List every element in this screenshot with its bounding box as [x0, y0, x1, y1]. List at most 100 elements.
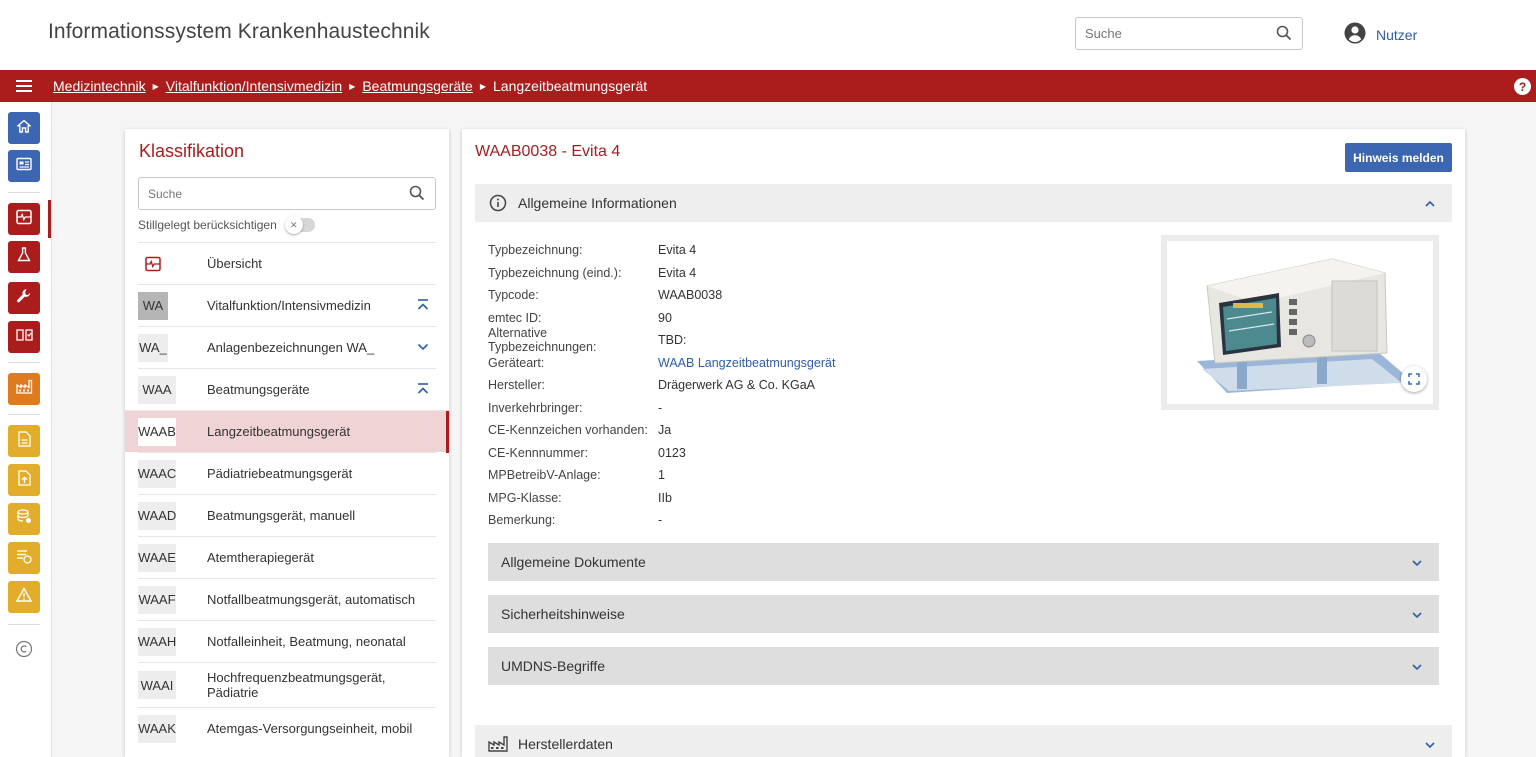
list-item[interactable]: WAAI Hochfrequenzbeatmungsgerät, Pädiatr… — [138, 662, 436, 707]
top-search-input[interactable] — [1076, 18, 1266, 49]
property-key: Inverkehrbringer: — [488, 400, 583, 415]
hamburger-menu-icon[interactable] — [16, 79, 32, 96]
nav-home-button[interactable] — [8, 112, 40, 144]
chevron-down-icon[interactable] — [1424, 738, 1436, 756]
property-key: Bemerkung: — [488, 513, 556, 528]
nav-divider — [8, 624, 40, 625]
classification-search-box[interactable] — [138, 177, 436, 210]
user-label[interactable]: Nutzer — [1376, 27, 1417, 43]
property-row: Alternative Typbezeichnungen: TBD: — [488, 326, 835, 354]
property-row: Inverkehrbringer: - — [488, 397, 835, 420]
decommissioned-toggle[interactable]: ✕ — [284, 216, 315, 234]
list-item-code: WAAH — [138, 627, 176, 656]
nav-active-indicator — [48, 200, 51, 238]
property-row: Typbezeichnung (eind.): Evita 4 — [488, 262, 835, 285]
copyright-icon[interactable] — [15, 640, 33, 663]
nav-handbuch-button[interactable] — [8, 321, 40, 353]
list-item[interactable]: WAAE Atemtherapiegerät — [138, 536, 436, 578]
top-header: Informationssystem Krankenhaustechnik Nu… — [0, 0, 1536, 70]
id-card-icon — [16, 157, 32, 176]
list-item-code: WAAC — [138, 459, 176, 488]
list-item-label: Notfallbeatmungsgerät, automatisch — [207, 592, 416, 607]
list-item[interactable]: WAAF Notfallbeatmungsgerät, automatisch — [138, 578, 436, 620]
detail-panel: WAAB0038 - Evita 4 Hinweis melden Allgem… — [462, 129, 1465, 757]
breadcrumb-link-beatmungsgeraete[interactable]: Beatmungsgeräte — [362, 78, 473, 94]
nav-upload-button[interactable] — [8, 464, 40, 496]
property-value: Drägerwerk AG & Co. KGaA — [658, 378, 816, 393]
decommissioned-toggle-label: Stillgelegt berücksichtigen — [138, 218, 277, 232]
nav-divider — [8, 414, 40, 415]
database-icon — [16, 509, 32, 529]
breadcrumb-link-vitalfunktion[interactable]: Vitalfunktion/Intensivmedizin — [166, 78, 342, 94]
chevron-down-icon[interactable] — [416, 340, 430, 359]
list-item-selected[interactable]: WAAB Langzeitbeatmungsgerät — [125, 410, 449, 453]
document-icon — [17, 430, 31, 452]
breadcrumb: Medizintechnik ▶ Vitalfunktion/Intensivm… — [53, 78, 647, 94]
property-value: Evita 4 — [658, 265, 697, 280]
user-menu[interactable]: Nutzer — [1344, 22, 1417, 47]
property-value: 0123 — [658, 445, 686, 460]
manufacturer-section-header[interactable]: Herstellerdaten — [475, 725, 1452, 757]
warning-icon — [15, 587, 33, 607]
list-item[interactable]: WA_ Anlagenbezeichnungen WA_ — [138, 326, 436, 368]
list-item[interactable]: WAAK Atemgas-Versorgungseinheit, mobil — [138, 707, 436, 749]
nav-kosten-button[interactable] — [8, 542, 40, 574]
property-row: CE-Kennnummer: 0123 — [488, 442, 835, 465]
safety-notes-section-title: Sicherheitshinweise — [501, 606, 625, 622]
list-item-code: WAAD — [138, 501, 176, 530]
device-image[interactable] — [1167, 241, 1433, 404]
search-icon[interactable] — [409, 185, 425, 206]
list-item-label: Notfalleinheit, Beatmung, neonatal — [207, 634, 406, 649]
documents-section-header[interactable]: Allgemeine Dokumente — [488, 543, 1439, 581]
property-key: MPG-Klasse: — [488, 490, 562, 505]
classification-title: Klassifikation — [139, 141, 245, 161]
list-item[interactable]: WAAC Pädiatriebeatmungsgerät — [138, 452, 436, 494]
property-row: Hersteller: Drägerwerk AG & Co. KGaA — [488, 374, 835, 397]
top-search-box[interactable] — [1075, 17, 1303, 50]
search-icon[interactable] — [1276, 25, 1292, 46]
device-type-link[interactable]: WAAB Langzeitbeatmungsgerät — [658, 356, 835, 370]
nav-medizintechnik-button[interactable] — [8, 203, 40, 235]
help-icon[interactable]: ? — [1514, 78, 1531, 98]
collapse-double-chevron-icon[interactable] — [416, 298, 430, 317]
nav-dokumente-button[interactable] — [8, 425, 40, 457]
list-item[interactable]: WA Vitalfunktion/Intensivmedizin — [138, 284, 436, 326]
list-item-code: WA — [138, 291, 168, 320]
chevron-up-icon[interactable] — [1424, 197, 1436, 215]
chevron-down-icon[interactable] — [1411, 660, 1423, 678]
fullscreen-expand-icon[interactable] — [1401, 366, 1427, 392]
list-item[interactable]: WAAD Beatmungsgerät, manuell — [138, 494, 436, 536]
chevron-down-icon[interactable] — [1411, 608, 1423, 626]
nav-hersteller-button[interactable] — [8, 373, 40, 405]
collapse-double-chevron-icon[interactable] — [416, 382, 430, 401]
property-key: Typbezeichnung (eind.): — [488, 265, 622, 280]
general-info-section-header[interactable]: Allgemeine Informationen — [475, 184, 1452, 222]
list-item-code: WAAB — [138, 417, 176, 446]
nav-labor-button[interactable] — [8, 241, 40, 273]
safety-notes-section-header[interactable]: Sicherheitshinweise — [488, 595, 1439, 633]
monitor-icon — [138, 250, 168, 278]
umdns-section-header[interactable]: UMDNS-Begriffe — [488, 647, 1439, 685]
report-hint-button[interactable]: Hinweis melden — [1345, 143, 1452, 172]
property-value: 90 — [658, 310, 672, 325]
list-item-code: WAAK — [138, 714, 176, 743]
list-item-overview[interactable]: Übersicht — [138, 242, 436, 284]
general-info-section-title: Allgemeine Informationen — [518, 195, 677, 211]
property-key: Typcode: — [488, 288, 539, 303]
nav-warnungen-button[interactable] — [8, 581, 40, 613]
device-image-frame — [1161, 235, 1439, 410]
classification-search-input[interactable] — [139, 178, 399, 209]
list-item[interactable]: WAAH Notfalleinheit, Beatmung, neonatal — [138, 620, 436, 662]
nav-id-card-button[interactable] — [8, 150, 40, 182]
nav-datenbank-button[interactable] — [8, 503, 40, 535]
breadcrumb-link-medizintechnik[interactable]: Medizintechnik — [53, 78, 146, 94]
list-item-code: WAAI — [138, 671, 176, 699]
left-nav — [0, 102, 52, 757]
nav-service-button[interactable] — [8, 282, 40, 314]
list-item[interactable]: WAA Beatmungsgeräte — [138, 368, 436, 410]
classification-panel: Klassifikation Stillgelegt berücksichtig… — [125, 129, 449, 757]
property-row: MPBetreibV-Anlage: 1 — [488, 464, 835, 487]
property-value: - — [658, 513, 663, 528]
list-item-label: Vitalfunktion/Intensivmedizin — [207, 298, 371, 313]
chevron-down-icon[interactable] — [1411, 556, 1423, 574]
